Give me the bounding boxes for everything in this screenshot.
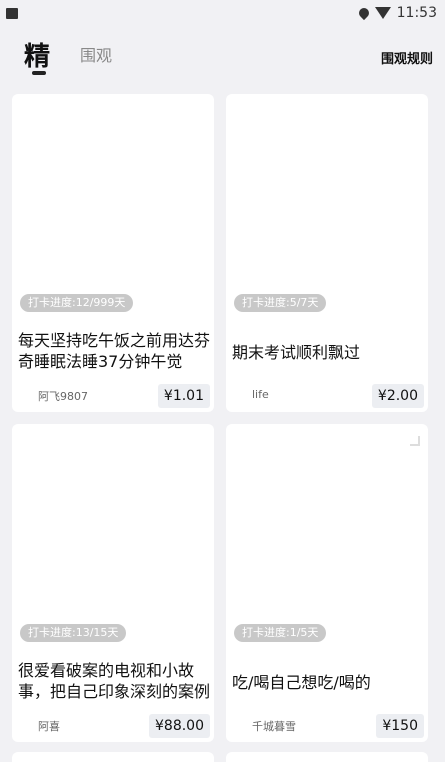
wifi-icon xyxy=(374,7,391,19)
progress-badge: 打卡进度:12/999天 xyxy=(20,294,134,312)
card-user: 阿喜 xyxy=(38,720,60,733)
card-user: life xyxy=(252,388,269,401)
status-time: 11:53 xyxy=(396,5,437,21)
status-bar: 11:53 xyxy=(0,0,445,26)
watch-rules-link[interactable]: 围观规则 xyxy=(381,48,433,67)
challenge-card[interactable]: 打卡进度:12/999天 每天坚持吃午饭之前用达芬奇睡眠法睡37分钟午觉 阿飞9… xyxy=(12,94,214,412)
next-card-peek xyxy=(226,752,428,762)
location-icon xyxy=(356,5,371,21)
card-price: ¥88.00 xyxy=(149,714,210,738)
progress-badge: 打卡进度:1/5天 xyxy=(234,624,327,642)
progress-badge: 打卡进度:13/15天 xyxy=(20,624,127,642)
card-title: 很爱看破案的电视和小故事，把自己印象深刻的案例 xyxy=(18,661,210,701)
top-header: 精 围观 围观规则 xyxy=(0,26,445,84)
card-title: 吃/喝自己想吃/喝的 xyxy=(232,673,371,692)
status-icons: 11:53 xyxy=(356,5,437,21)
notification-icon xyxy=(6,7,18,19)
card-title: 每天坚持吃午饭之前用达芬奇睡眠法睡37分钟午觉 xyxy=(18,331,210,371)
card-price: ¥1.01 xyxy=(157,384,210,408)
tab-watch[interactable]: 围观 xyxy=(80,42,112,66)
active-tab-indicator xyxy=(32,71,46,75)
challenge-card[interactable]: 打卡进度:13/15天 很爱看破案的电视和小故事，把自己印象深刻的案例 阿喜 ¥… xyxy=(12,424,214,742)
tab-featured[interactable]: 精 xyxy=(24,36,50,73)
progress-badge: 打卡进度:5/7天 xyxy=(234,294,327,312)
corner-icon xyxy=(410,436,420,446)
card-user: 阿飞9807 xyxy=(38,390,88,403)
next-card-peek xyxy=(12,752,214,762)
challenge-card[interactable]: 打卡进度:5/7天 期末考试顺利飘过 life ¥2.00 xyxy=(226,94,428,412)
card-price: ¥2.00 xyxy=(371,384,424,408)
card-title: 期末考试顺利飘过 xyxy=(232,343,361,362)
card-price: ¥150 xyxy=(376,714,424,738)
card-user: 千城暮雪 xyxy=(252,720,296,733)
challenge-card[interactable]: 打卡进度:1/5天 吃/喝自己想吃/喝的 千城暮雪 ¥150 xyxy=(226,424,428,742)
